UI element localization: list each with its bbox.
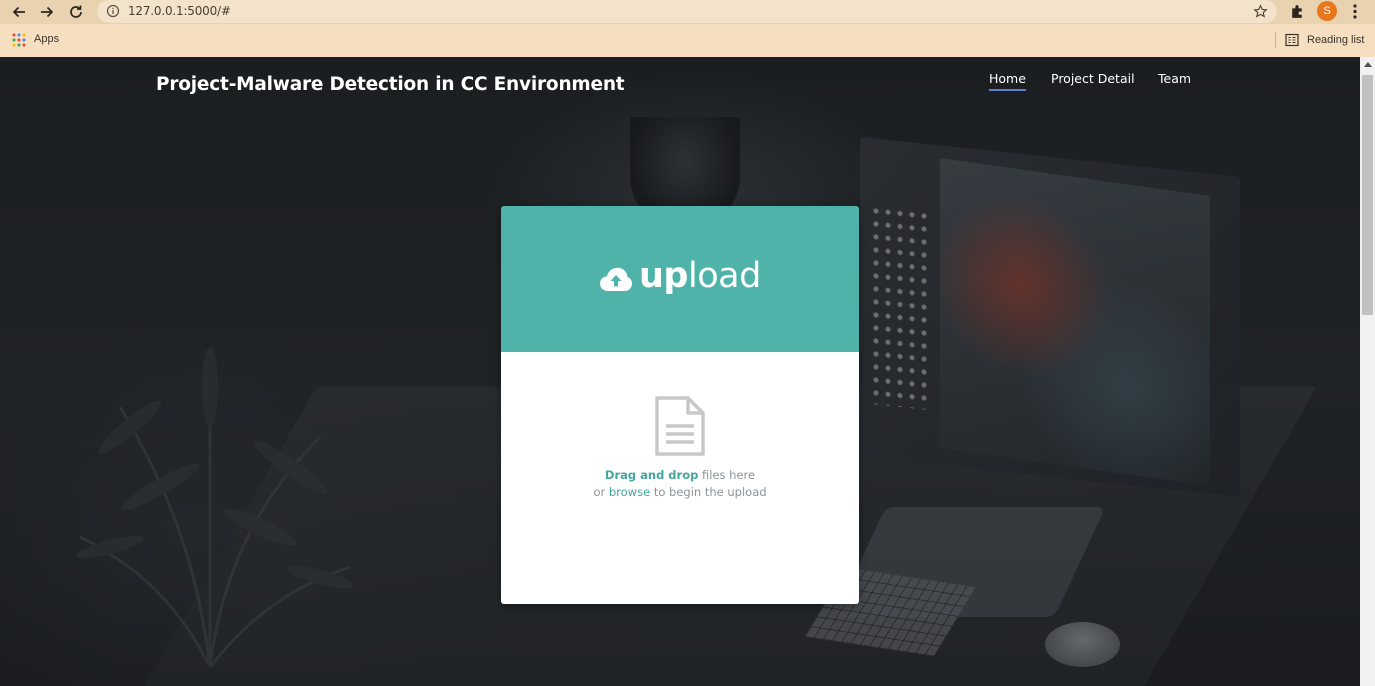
browser-toolbar: 127.0.0.1:5000/# S bbox=[0, 0, 1375, 24]
back-arrow-icon bbox=[12, 6, 25, 18]
begin-upload-text: to begin the upload bbox=[650, 485, 767, 499]
upload-title: upload bbox=[639, 256, 761, 296]
profile-initial: S bbox=[1323, 5, 1331, 17]
browser-chrome: 127.0.0.1:5000/# S Apps Reading list bbox=[0, 0, 1375, 57]
upload-title-rest: load bbox=[687, 256, 761, 296]
document-icon bbox=[655, 396, 705, 456]
browse-link[interactable]: browse bbox=[609, 485, 650, 499]
bookmarks-divider bbox=[1275, 32, 1276, 48]
apps-grid-icon[interactable] bbox=[12, 33, 26, 47]
scroll-thumb[interactable] bbox=[1362, 75, 1373, 315]
address-url[interactable]: 127.0.0.1:5000/# bbox=[128, 4, 231, 18]
reading-list-button[interactable]: Reading list bbox=[1307, 34, 1364, 46]
dropzone-instructions: Drag and drop files here or browse to be… bbox=[501, 467, 859, 501]
files-here-text: files here bbox=[698, 468, 756, 482]
nav-project-detail[interactable]: Project Detail bbox=[1051, 71, 1135, 86]
apps-bookmark[interactable]: Apps bbox=[34, 33, 59, 45]
nav-home[interactable]: Home bbox=[989, 71, 1026, 91]
page-title: Project-Malware Detection in CC Environm… bbox=[156, 74, 625, 95]
forward-arrow-icon bbox=[41, 6, 54, 18]
upload-card[interactable]: upload Drag and drop files here or brows… bbox=[501, 206, 859, 604]
background-mouse bbox=[1045, 622, 1120, 667]
upload-title-bold: up bbox=[639, 256, 688, 296]
scroll-up-arrow-icon[interactable] bbox=[1364, 62, 1372, 67]
drag-and-drop-text: Drag and drop bbox=[604, 468, 699, 482]
dropzone[interactable]: Drag and drop files here or browse to be… bbox=[501, 352, 859, 604]
back-button[interactable] bbox=[9, 2, 29, 22]
nav-team[interactable]: Team bbox=[1158, 71, 1191, 86]
browser-menu-icon[interactable] bbox=[1348, 3, 1362, 20]
cloud-upload-icon bbox=[600, 267, 632, 291]
upload-card-header: upload bbox=[501, 206, 859, 352]
address-bar[interactable]: 127.0.0.1:5000/# bbox=[97, 0, 1277, 23]
dropzone-line-1: Drag and drop files here bbox=[501, 467, 859, 484]
page-scrollbar[interactable] bbox=[1360, 57, 1375, 686]
reload-icon bbox=[70, 5, 82, 18]
reading-list-icon[interactable] bbox=[1285, 33, 1299, 47]
profile-avatar[interactable]: S bbox=[1317, 1, 1337, 21]
bookmarks-bar: Apps Reading list bbox=[0, 28, 1375, 52]
forward-button[interactable] bbox=[37, 2, 57, 22]
bookmark-star-icon[interactable] bbox=[1253, 4, 1268, 19]
extensions-puzzle-icon[interactable] bbox=[1289, 3, 1306, 20]
or-text: or bbox=[593, 485, 609, 499]
site-info-icon[interactable] bbox=[106, 4, 120, 18]
reload-button[interactable] bbox=[66, 2, 86, 22]
background-plant bbox=[76, 347, 354, 667]
page-viewport: Project-Malware Detection in CC Environm… bbox=[0, 57, 1360, 686]
dropzone-line-2: or browse to begin the upload bbox=[501, 484, 859, 501]
background-desktop-icons bbox=[870, 203, 930, 411]
background-monitor-screen bbox=[940, 158, 1210, 486]
